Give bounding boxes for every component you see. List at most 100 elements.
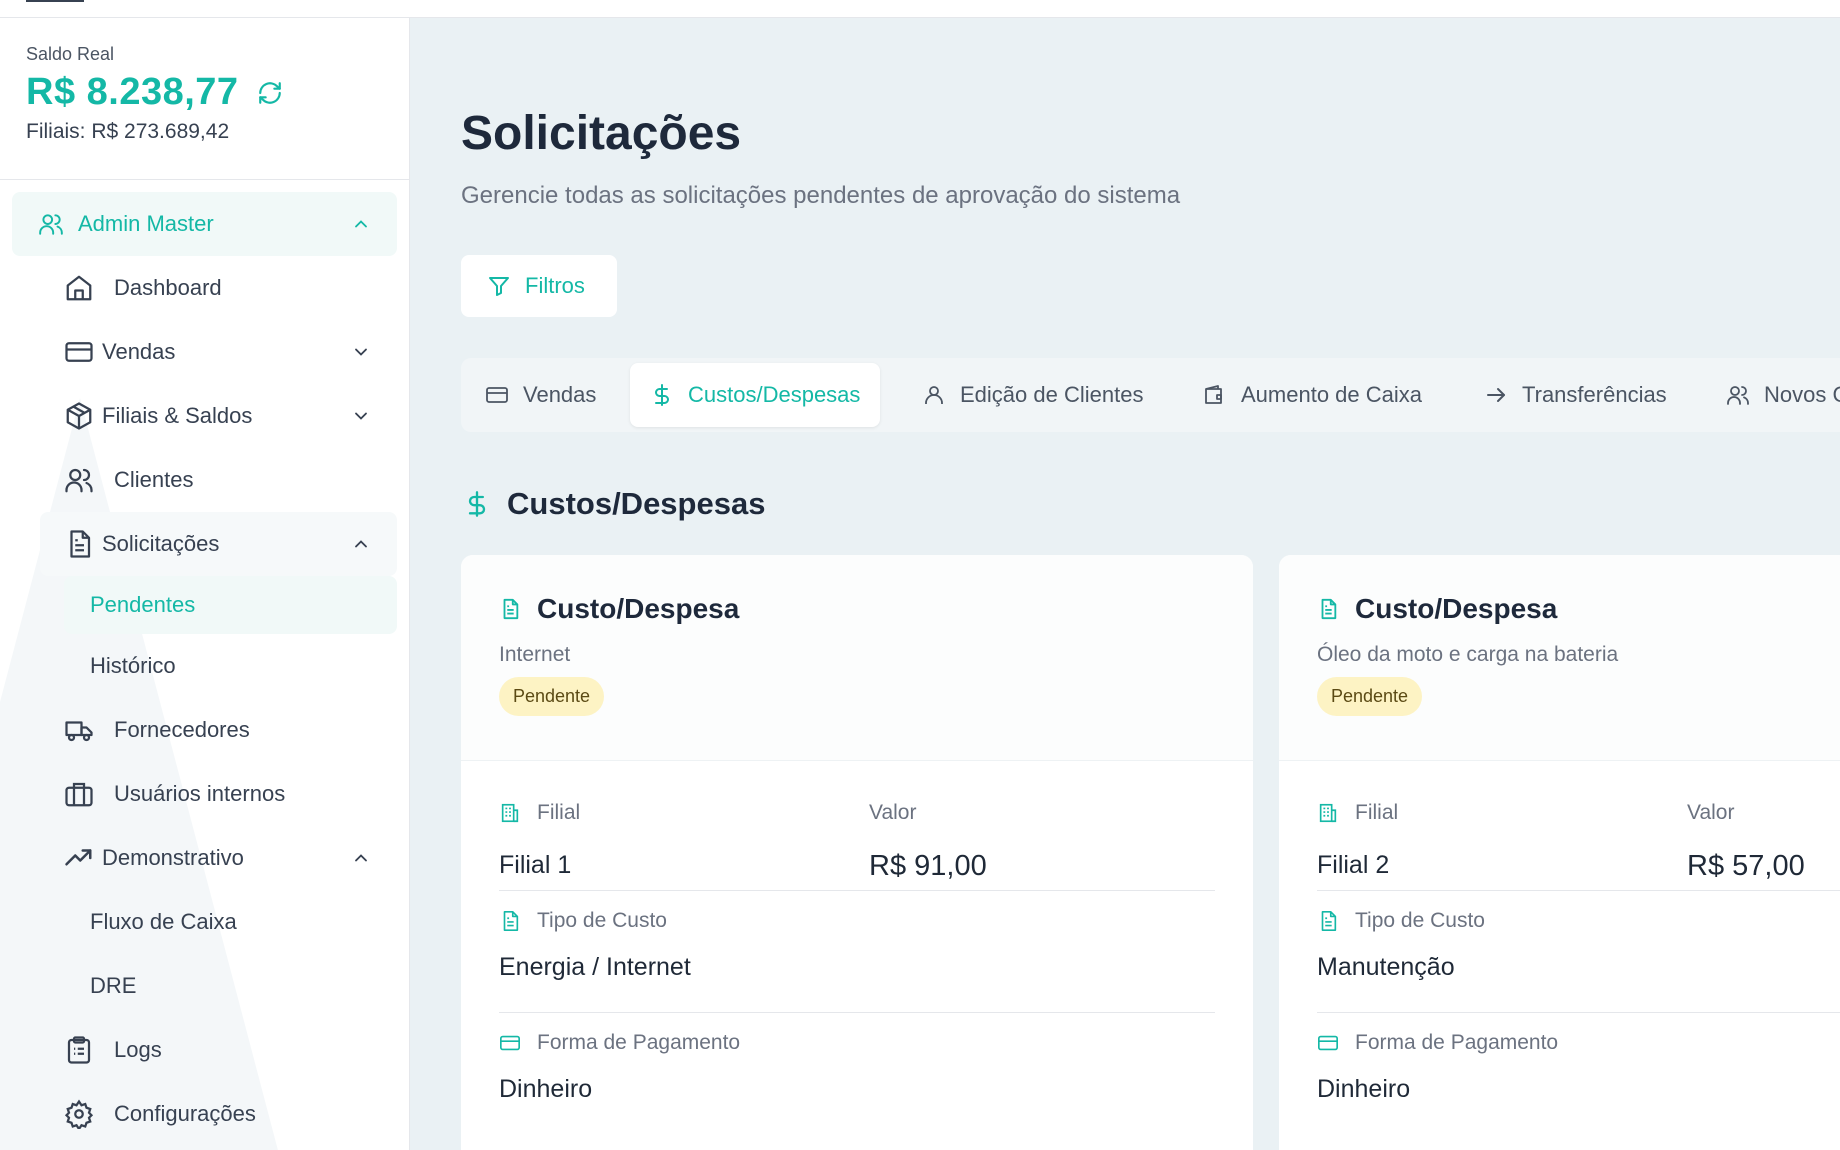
card-row-tipo: Tipo de Custo Energia / Internet [499,891,1215,1013]
gear-icon [64,1099,94,1129]
sidebar-item-label: Dashboard [114,275,222,300]
filters-button[interactable]: Filtros [461,255,617,317]
tab-edicao-de-clientes[interactable]: Edição de Clientes [922,363,1143,427]
sidebar-item-clientes[interactable]: Clientes [12,448,397,512]
credit-card-icon [486,387,508,403]
card-header: Custo/Despesa Internet Pendente [461,555,1253,761]
dollar-icon [655,384,669,406]
file-text-icon [503,598,519,620]
wallet-icon [1205,385,1222,404]
file-text-icon [1321,911,1337,931]
tab-aumento-de-caixa[interactable]: Aumento de Caixa [1203,363,1422,427]
users-icon [65,468,93,493]
branches-balance: Filiais: R$ 273.689,42 [26,120,230,143]
refresh-icon[interactable] [257,80,283,106]
sidebar-group-admin-master[interactable]: Admin Master [12,192,397,256]
card-row-filial-valor: Filial Filial 2 Valor R$ 57,00 [1317,761,1840,891]
field-value-tipo: Manutenção [1317,953,1455,981]
field-label-text: Tipo de Custo [537,909,667,932]
sidebar-item-label: Solicitações [102,531,220,556]
sidebar-item-label: Vendas [102,339,176,364]
card-row-forma: Forma de Pagamento Dinheiro [1317,1013,1840,1133]
credit-card-icon [65,342,93,362]
sidebar-item-dashboard[interactable]: Dashboard [12,256,397,320]
sidebar-item-vendas[interactable]: Vendas [12,320,397,384]
sidebar-item-configuracoes[interactable]: Configurações [12,1082,397,1146]
sidebar-subitem-historico[interactable]: Histórico [12,634,397,698]
card-title-text: Custo/Despesa [1355,593,1558,624]
card-row-tipo: Tipo de Custo Manutenção [1317,891,1840,1013]
card-title: Custo/Despesa [499,593,1215,625]
status-badge: Pendente [499,677,605,716]
field-label-tipo: Tipo de Custo [1317,909,1485,933]
field-value-filial: Filial 1 [499,851,572,879]
section-title: Custos/Despesas [463,486,765,522]
card-title: Custo/Despesa [1317,593,1840,625]
request-card[interactable]: Custo/Despesa Óleo da moto e carga na ba… [1279,555,1840,1150]
field-label-text: Forma de Pagamento [537,1031,741,1054]
request-card[interactable]: Custo/Despesa Internet Pendente Filial F… [461,555,1253,1150]
card-body: Filial Filial 2 Valor R$ 57,00 Tipo de C… [1279,761,1840,1133]
tab-custos-despesas[interactable]: Custos/Despesas [630,363,881,427]
tab-novos-clientes[interactable]: Novos Clientes [1726,363,1840,427]
briefcase-icon [65,782,93,807]
arrow-right-icon [1487,388,1505,402]
sidebar-subitem-pendentes[interactable]: Pendentes [64,576,397,634]
balance-label: Saldo Real [26,44,115,64]
tab-label: Transferências [1522,382,1667,407]
package-icon [66,402,92,430]
card-row-filial-valor: Filial Filial 1 Valor R$ 91,00 [499,761,1215,891]
card-header: Custo/Despesa Óleo da moto e carga na ba… [1279,555,1840,761]
tab-vendas[interactable]: Vendas [485,363,596,427]
file-text-icon [70,530,91,558]
sidebar-nav: Admin Master Dashboard Vendas Filiais & … [0,180,409,1146]
sidebar-item-label: Filiais & Saldos [102,403,253,428]
chevron-up-icon [355,220,367,228]
credit-card-icon [500,1035,520,1051]
chevron-up-icon [355,540,367,548]
card-body: Filial Filial 1 Valor R$ 91,00 Tipo de C… [461,761,1253,1133]
building-icon [1319,803,1337,823]
sidebar-item-solicitacoes[interactable]: Solicitações [40,512,397,576]
field-value-tipo: Energia / Internet [499,953,691,981]
sidebar-item-demonstrativo[interactable]: Demonstrativo [12,826,397,890]
top-bar [0,0,1840,18]
user-icon [925,386,943,404]
field-label-filial: Filial [499,801,580,825]
field-label-valor: Valor [1687,801,1735,824]
tab-transferencias[interactable]: Transferências [1484,363,1667,427]
sidebar-item-usuarios-internos[interactable]: Usuários internos [12,762,397,826]
balance-value: R$ 8.238,77 [26,71,239,113]
sidebar-item-label: Fornecedores [114,717,250,742]
card-description: Óleo da moto e carga na bateria [1317,643,1619,666]
sidebar-subitem-fluxo-de-caixa[interactable]: Fluxo de Caixa [12,890,397,954]
dollar-icon [468,491,486,517]
section-title-text: Custos/Despesas [507,486,766,521]
filters-button-label: Filtros [525,273,585,298]
users-icon [39,214,63,235]
field-label-forma: Forma de Pagamento [1317,1031,1558,1055]
request-tabs: Vendas Custos/Despesas Edição de Cliente… [461,358,1840,432]
sidebar-item-fornecedores[interactable]: Fornecedores [12,698,397,762]
sidebar-item-label: Usuários internos [114,781,286,806]
tab-label: Vendas [523,382,597,407]
trending-up-icon [65,849,92,866]
field-label-text: Tipo de Custo [1355,909,1485,932]
sidebar-item-label: Logs [114,1037,162,1062]
truck-icon [65,721,93,742]
field-value-valor: R$ 57,00 [1687,850,1805,882]
field-label-text: Filial [1355,801,1399,824]
tab-label: Custos/Despesas [688,382,861,407]
file-text-icon [1321,598,1337,620]
chevron-up-icon [355,854,367,862]
credit-card-icon [1318,1035,1338,1051]
sidebar-group-label: Admin Master [78,211,214,236]
sidebar-item-logs[interactable]: Logs [12,1018,397,1082]
field-label-text: Filial [537,801,581,824]
sidebar-item-filiais-saldos[interactable]: Filiais & Saldos [12,384,397,448]
field-label-valor: Valor [869,801,917,824]
sidebar-subitem-dre[interactable]: DRE [12,954,397,1018]
tab-label: Aumento de Caixa [1241,382,1422,407]
chevron-down-icon [355,348,367,356]
sidebar-item-label: Configurações [114,1101,256,1126]
